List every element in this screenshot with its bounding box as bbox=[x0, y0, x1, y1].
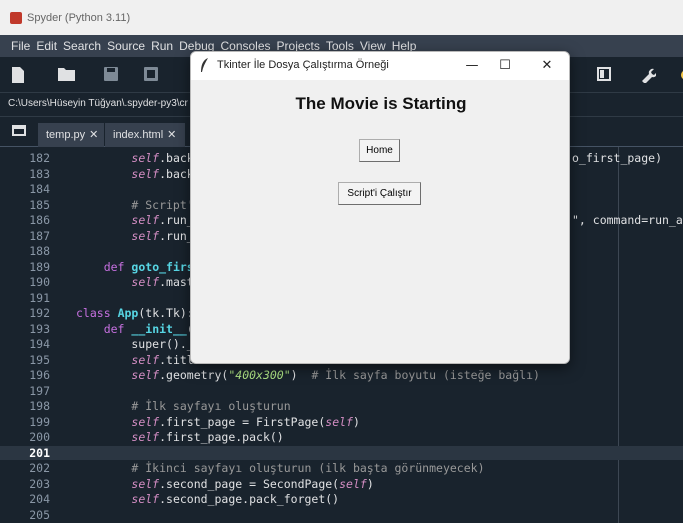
line-number: 202 bbox=[29, 461, 50, 475]
open-folder-icon[interactable] bbox=[58, 67, 75, 83]
code-text: self.first_page = FirstPage(self) bbox=[131, 414, 360, 429]
line-number: 188 bbox=[29, 244, 50, 258]
code-text: self.titl bbox=[131, 352, 194, 367]
code-line[interactable]: 198 # İlk sayfayı oluşturun bbox=[0, 399, 683, 413]
tab-index-html[interactable]: index.html ✕ bbox=[105, 123, 185, 147]
menu-search[interactable]: Search bbox=[63, 39, 101, 53]
line-number: 204 bbox=[29, 492, 50, 506]
tk-titlebar[interactable]: Tkinter İle Dosya Çalıştırma Örneği — ☐ … bbox=[191, 52, 569, 80]
tk-window-title: Tkinter İle Dosya Çalıştırma Örneği bbox=[217, 59, 389, 71]
tab-temp-py[interactable]: temp.py ✕ bbox=[38, 123, 104, 147]
page-heading: The Movie is Starting bbox=[295, 94, 467, 113]
home-button[interactable]: Home bbox=[359, 139, 400, 162]
code-text: def __init__( bbox=[103, 321, 194, 336]
tkinter-window[interactable]: Tkinter İle Dosya Çalıştırma Örneği — ☐ … bbox=[190, 51, 570, 364]
line-number: 186 bbox=[29, 213, 50, 227]
tab-label: temp.py bbox=[46, 129, 86, 141]
run-script-button[interactable]: Script'i Çalıştır bbox=[338, 182, 421, 205]
code-line[interactable]: 199 self.first_page = FirstPage(self) bbox=[0, 415, 683, 429]
python-icon[interactable] bbox=[676, 67, 683, 83]
code-text: super()._ bbox=[76, 337, 194, 351]
close-button[interactable]: ✕ bbox=[532, 56, 562, 76]
code-line[interactable]: 196 self.geometry("400x300") # İlk sayfa… bbox=[0, 368, 683, 382]
code-text: self.geometry("400x300") # İlk sayfa boy… bbox=[131, 368, 540, 382]
line-number: 189 bbox=[29, 259, 50, 274]
menu-run[interactable]: Run bbox=[151, 39, 173, 53]
browse-tabs-icon[interactable] bbox=[12, 125, 26, 136]
code-text: # Script' bbox=[131, 197, 194, 212]
line-number: 195 bbox=[29, 352, 50, 367]
code-line[interactable]: 200 self.first_page.pack() bbox=[0, 430, 683, 444]
maximize-pane-icon[interactable] bbox=[596, 67, 612, 83]
save-icon[interactable] bbox=[103, 67, 119, 83]
line-number: 192 bbox=[29, 306, 50, 320]
close-icon[interactable]: ✕ bbox=[167, 129, 176, 141]
close-icon[interactable]: ✕ bbox=[89, 129, 98, 141]
spyder-app-icon bbox=[10, 12, 22, 24]
tk-first-page: The Movie is Starting Home Script'i Çalı… bbox=[191, 80, 569, 363]
feather-icon bbox=[200, 58, 209, 72]
code-line[interactable]: 204 self.second_page.pack_forget() bbox=[0, 492, 683, 506]
tab-label: index.html bbox=[113, 129, 164, 141]
line-number: 197 bbox=[29, 383, 50, 398]
code-text: self.second_page.pack_forget() bbox=[131, 492, 340, 506]
new-file-icon[interactable] bbox=[10, 67, 26, 83]
code-text: # İkinci sayfayı oluşturun (ilk başta gö… bbox=[131, 461, 485, 475]
working-directory-path: C:\Users\Hüseyin Tüğyan\.spyder-py3\cr bbox=[8, 98, 188, 109]
code-line[interactable]: 205 bbox=[0, 508, 683, 522]
code-text: class App(tk.Tk): bbox=[76, 306, 194, 320]
code-line[interactable]: 201 bbox=[0, 445, 683, 460]
line-number: 184 bbox=[29, 182, 50, 196]
code-text: self.first_page.pack() bbox=[131, 430, 284, 444]
line-number: 205 bbox=[29, 507, 50, 522]
line-number: 182 bbox=[29, 151, 50, 165]
code-text: self.run_ bbox=[131, 228, 194, 243]
line-number: 193 bbox=[29, 321, 50, 336]
minimize-button[interactable]: — bbox=[457, 56, 487, 76]
spyder-titlebar: Spyder (Python 3.11) bbox=[0, 0, 683, 35]
code-text: self.mast bbox=[131, 275, 194, 289]
line-number: 194 bbox=[29, 337, 50, 351]
line-number: 191 bbox=[29, 290, 50, 305]
code-line[interactable]: 202 # İkinci sayfayı oluşturun (ilk başt… bbox=[0, 461, 683, 475]
code-text: self.second_page = SecondPage(self) bbox=[131, 476, 374, 491]
menu-file[interactable]: File bbox=[11, 39, 30, 53]
line-number: 196 bbox=[29, 368, 50, 382]
line-number: 185 bbox=[29, 197, 50, 212]
menu-source[interactable]: Source bbox=[107, 39, 145, 53]
line-number: 187 bbox=[29, 228, 50, 243]
line-number: 183 bbox=[29, 166, 50, 181]
line-number: 201 bbox=[29, 445, 50, 460]
code-line[interactable]: 197 bbox=[0, 384, 683, 398]
line-number: 203 bbox=[29, 476, 50, 491]
menu-edit[interactable]: Edit bbox=[36, 39, 57, 53]
preferences-wrench-icon[interactable] bbox=[640, 67, 658, 84]
line-number: 190 bbox=[29, 275, 50, 289]
code-text: def goto_firs bbox=[103, 259, 194, 274]
line-number: 199 bbox=[29, 414, 50, 429]
code-line[interactable]: 203 self.second_page = SecondPage(self) bbox=[0, 477, 683, 491]
line-number: 200 bbox=[29, 430, 50, 444]
maximize-button[interactable]: ☐ bbox=[490, 56, 520, 76]
window-title: Spyder (Python 3.11) bbox=[27, 12, 131, 24]
line-number: 198 bbox=[29, 399, 50, 413]
code-text: # İlk sayfayı oluşturun bbox=[131, 399, 291, 413]
code-text: self.run_ bbox=[131, 213, 194, 227]
save-all-icon[interactable] bbox=[143, 67, 159, 83]
code-text: self.back bbox=[131, 166, 194, 181]
code-text: self.back bbox=[131, 151, 194, 165]
